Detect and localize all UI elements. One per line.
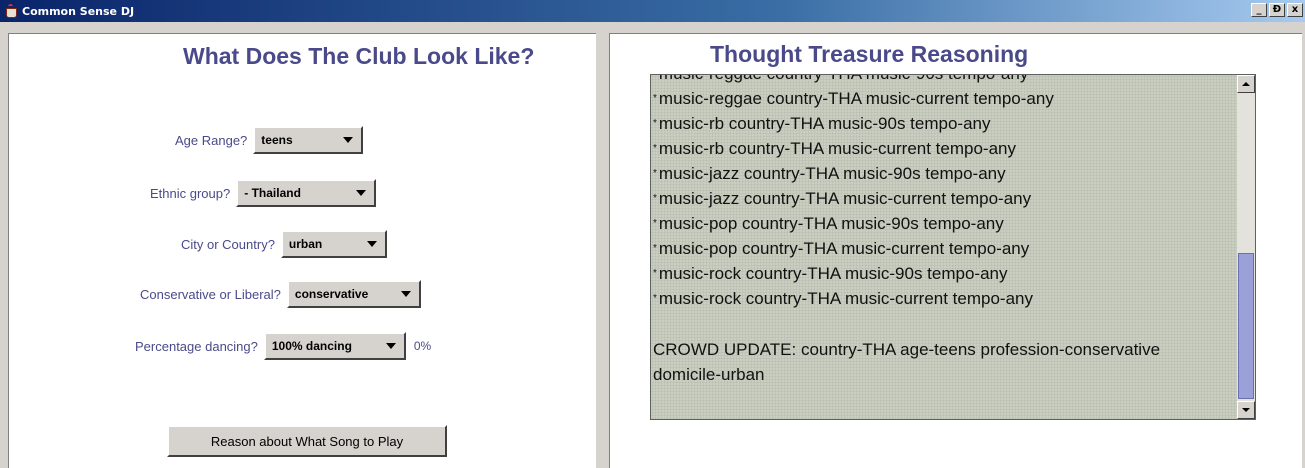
percentage-dancing-readout: 0% (413, 339, 432, 353)
reasoning-line: * music-pop country-THA music-90s tempo-a… (653, 214, 1004, 233)
percentage-dancing-label: Percentage dancing? (135, 338, 258, 354)
chevron-down-icon (385, 343, 396, 349)
close-button[interactable]: x (1287, 3, 1303, 17)
age-range-value: teens (261, 133, 293, 147)
reasoning-line: *music-reggae country-THA music-90s temp… (653, 75, 1235, 86)
bullet-mark: * (653, 268, 657, 279)
city-country-label: City or Country? (181, 236, 275, 252)
age-range-row: Age Range? teens (175, 126, 364, 154)
conservative-liberal-label: Conservative or Liberal? (140, 286, 281, 302)
panel-title-club: What Does The Club Look Like? (183, 43, 535, 69)
percentage-dancing-row: Percentage dancing? 100% dancing 0% (135, 332, 431, 360)
ethnic-group-row: Ethnic group? - Thailand (150, 179, 377, 207)
coffee-cup-icon (4, 4, 18, 18)
reasoning-panel: Thought Treasure Reasoning * music-reggae… (609, 33, 1302, 468)
bullet-mark: * (653, 118, 657, 129)
bullet-mark: * (653, 143, 657, 154)
reasoning-line: * music-jazz country-THA music-current te… (653, 189, 1032, 208)
ethnic-group-label: Ethnic group? (150, 185, 231, 201)
ethnic-group-select[interactable]: - Thailand (236, 179, 377, 207)
conservative-liberal-value: conservative (294, 287, 369, 301)
chevron-down-icon (400, 291, 411, 297)
bullet-mark: * (653, 293, 657, 304)
ethnic-group-value: - Thailand (244, 186, 301, 200)
chevron-down-icon (356, 190, 367, 196)
vertical-scrollbar[interactable] (1237, 75, 1255, 419)
chevron-down-icon (366, 241, 377, 247)
bullet-mark: * (653, 218, 657, 229)
bullet-mark: * (653, 75, 657, 79)
conservative-liberal-select[interactable]: conservative (286, 280, 421, 308)
scroll-up-button[interactable] (1237, 75, 1255, 93)
reasoning-line: * music-rock country-THA music-current te… (653, 289, 1033, 308)
age-range-select[interactable]: teens (253, 126, 364, 154)
reasoning-output[interactable]: *music-reggae country-THA music-90s temp… (650, 74, 1256, 420)
reasoning-line: * music-rock country-THA music-90s tempo-… (653, 264, 1008, 283)
age-range-label: Age Range? (175, 132, 248, 148)
window-title: Common Sense DJ (22, 4, 135, 18)
reasoning-lines: *music-reggae country-THA music-90s temp… (653, 75, 1235, 311)
bullet-mark: * (653, 93, 657, 104)
city-country-select[interactable]: urban (280, 230, 387, 258)
reasoning-line: * music-rb country-THA music-90s tempo-an… (653, 114, 991, 133)
split-pane-divider[interactable] (596, 33, 609, 468)
reasoning-line: * music-rb country-THA music-current temp… (653, 139, 1016, 158)
scroll-down-button[interactable] (1237, 401, 1255, 419)
city-country-value: urban (288, 237, 323, 251)
title-bar[interactable]: Common Sense DJ _ Ɖ x (0, 0, 1305, 22)
club-description-panel: What Does The Club Look Like? Age Range?… (8, 33, 596, 468)
scroll-thumb[interactable] (1238, 253, 1254, 399)
chevron-down-icon (343, 137, 354, 143)
minimize-button[interactable]: _ (1251, 3, 1267, 17)
maximize-button[interactable]: Ɖ (1269, 3, 1285, 17)
reasoning-line: * music-jazz country-THA music-90s tempo-… (653, 164, 1006, 183)
reasoning-line: * music-reggae country-THA music-current … (653, 89, 1054, 108)
reasoning-line: * music-pop country-THA music-current tem… (653, 239, 1030, 258)
panel-title-reasoning: Thought Treasure Reasoning (710, 41, 1029, 67)
conservative-liberal-row: Conservative or Liberal? conservative (140, 280, 421, 308)
city-country-row: City or Country? urban (181, 230, 387, 258)
reason-song-button[interactable]: Reason about What Song to Play (167, 425, 447, 457)
bullet-mark: * (653, 168, 657, 179)
bullet-mark: * (653, 243, 657, 254)
crowd-update-text: CROWD UPDATE: country-THA age-teens prof… (653, 340, 1161, 384)
bullet-mark: * (653, 193, 657, 204)
percentage-dancing-value: 100% dancing (271, 339, 352, 353)
percentage-dancing-select[interactable]: 100% dancing (263, 332, 406, 360)
